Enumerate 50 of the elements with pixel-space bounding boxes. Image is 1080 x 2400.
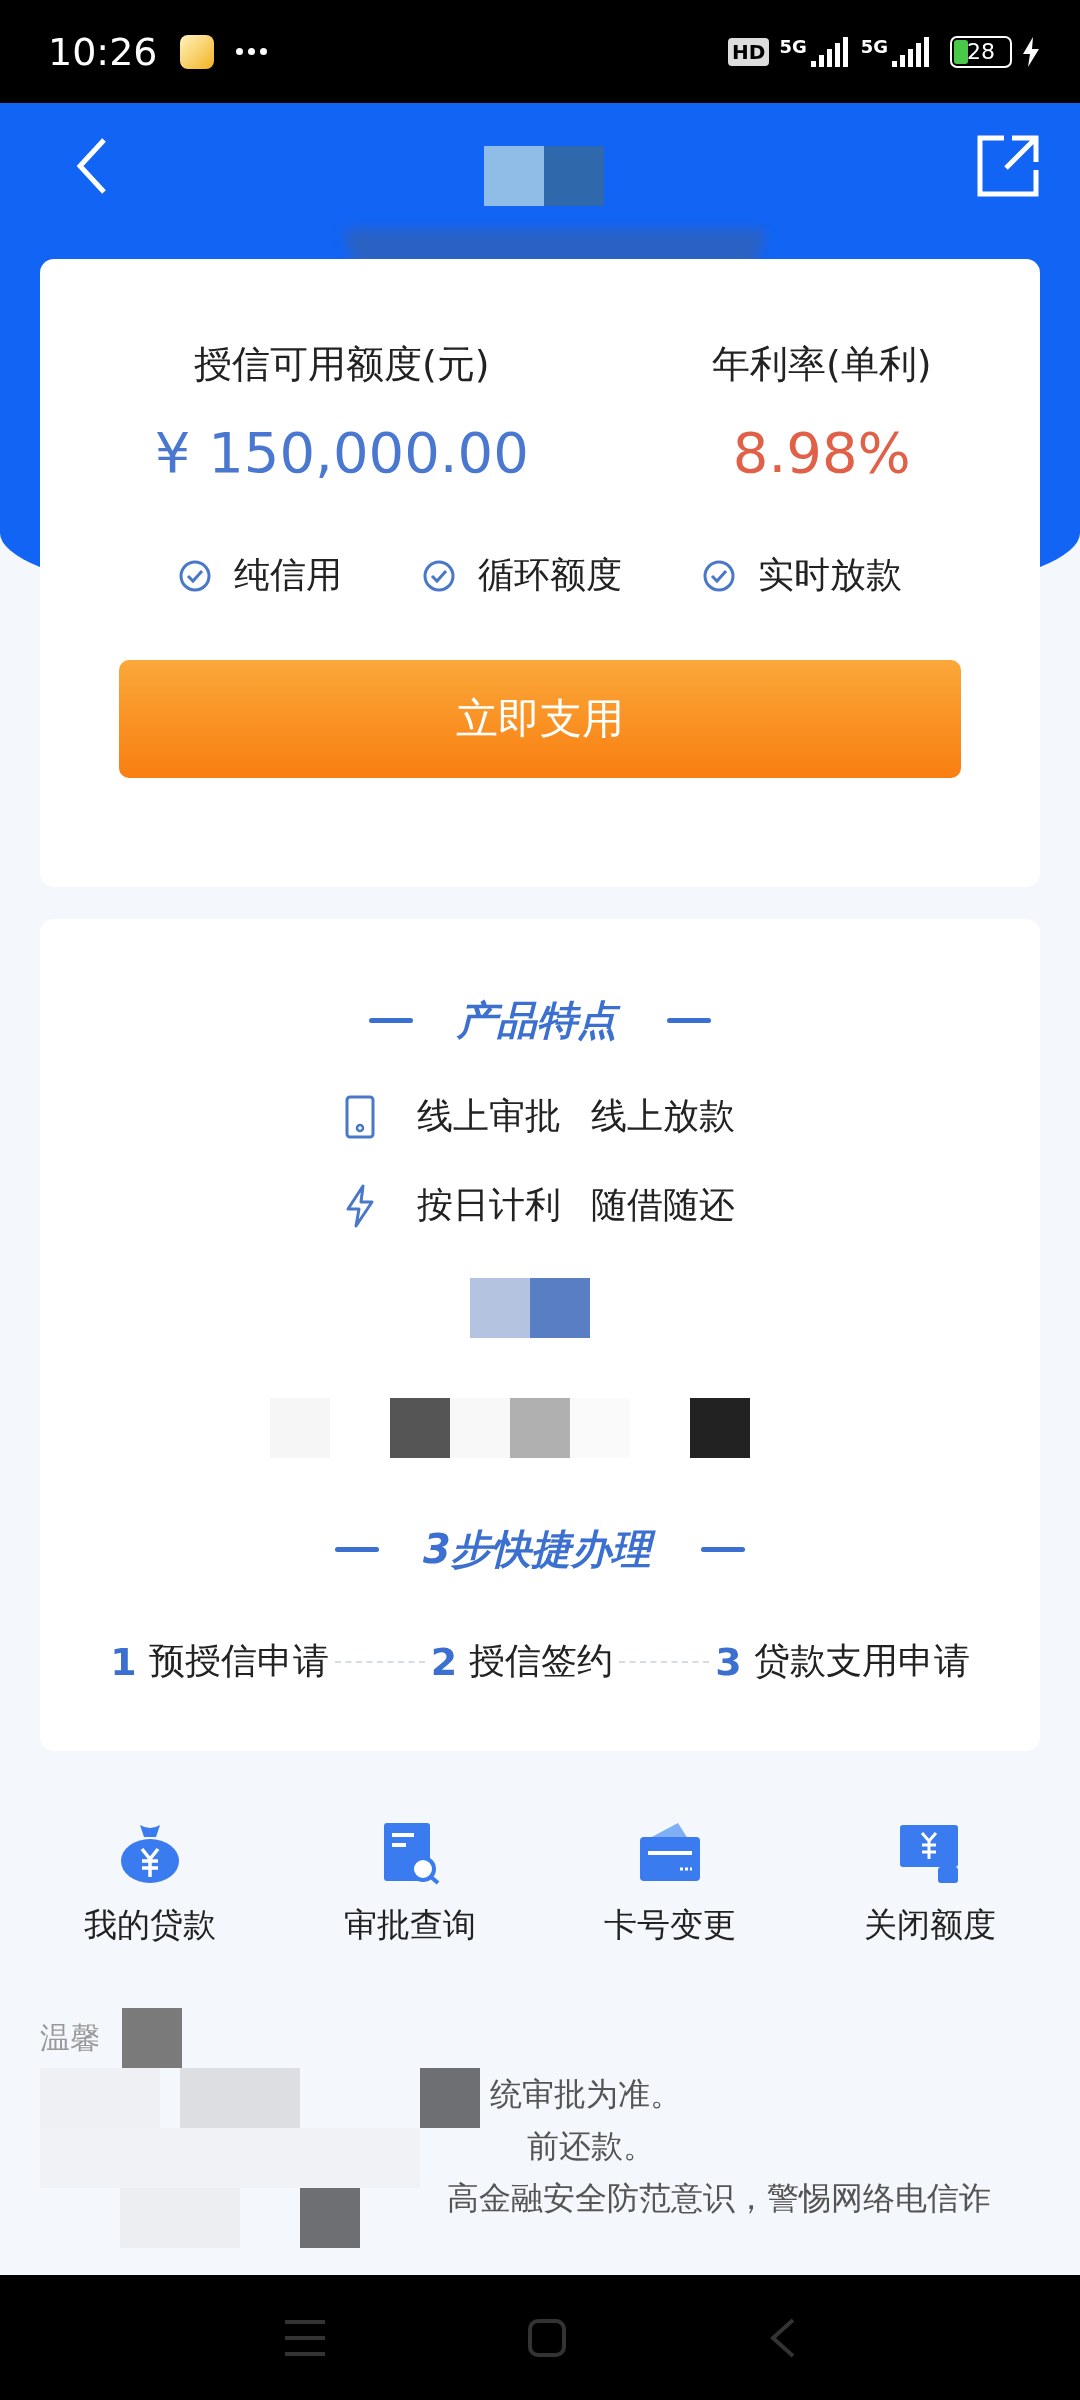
feature-text: 线上审批: [417, 1094, 561, 1138]
step-number: 2: [430, 1639, 458, 1684]
signal-icon: [810, 36, 851, 67]
share-icon[interactable]: [976, 134, 1040, 198]
feature-text: 随借随还: [591, 1183, 735, 1227]
feature-tag: 纯信用: [234, 551, 342, 600]
network-label: 5G: [779, 36, 807, 57]
shortcut-item[interactable]: 审批查询: [300, 1821, 520, 1948]
title-dash: [369, 1018, 413, 1023]
check-circle-icon: [422, 558, 456, 593]
battery-fill: [954, 39, 968, 64]
title-dash: [667, 1018, 711, 1023]
clock-time: 10:26: [48, 29, 158, 74]
network-label: 5G: [860, 36, 888, 57]
phone-icon: [345, 1094, 375, 1139]
feature-tag: 循环额度: [478, 551, 622, 600]
feature-text: 按日计利: [417, 1183, 561, 1227]
tips-title: 温馨: [40, 2018, 100, 2057]
check-circle-icon: [178, 558, 212, 593]
shortcut-item[interactable]: 关闭额度: [820, 1821, 1040, 1948]
tip-text: 高金融安全防范意识，警惕网络电信诈: [446, 2178, 992, 2219]
charging-icon: [1022, 36, 1040, 67]
title-dash: [700, 1547, 745, 1552]
title-dash: [335, 1547, 380, 1552]
signal-icon: [892, 36, 932, 67]
shortcut-item[interactable]: 我的贷款: [40, 1821, 260, 1948]
feature-text: 线上放款: [591, 1094, 735, 1138]
tip-text: 前还款。: [526, 2126, 656, 2167]
menu-icon[interactable]: [283, 2317, 327, 2358]
hd-label: HD: [728, 37, 770, 66]
tip-text: 统审批为准。: [489, 2074, 683, 2115]
feature-tag: 实时放款: [758, 551, 902, 600]
battery-level: 28: [967, 39, 995, 64]
check-circle-icon: [702, 558, 736, 593]
step-label: 预授信申请: [148, 1639, 329, 1683]
step-label: 授信签约: [469, 1639, 614, 1683]
rate-label: 年利率(单利): [712, 341, 932, 388]
limit-label: 授信可用额度(元): [194, 341, 490, 388]
section-title: 产品特点: [453, 989, 627, 1052]
step-label: 贷款支用申请: [753, 1639, 970, 1683]
lightning-icon: [345, 1183, 375, 1228]
rate-value: 8.98%: [732, 420, 911, 485]
shortcut-item[interactable]: 卡号变更: [560, 1821, 780, 1948]
step-number: 1: [110, 1639, 137, 1684]
section-title: 3步快捷办理: [419, 1518, 661, 1581]
notification-icon: [179, 34, 214, 69]
more-icon: [235, 48, 267, 55]
limit-amount: ¥ 150,000.00: [154, 420, 529, 485]
step-number: 3: [715, 1639, 742, 1684]
home-icon[interactable]: [527, 2317, 567, 2358]
